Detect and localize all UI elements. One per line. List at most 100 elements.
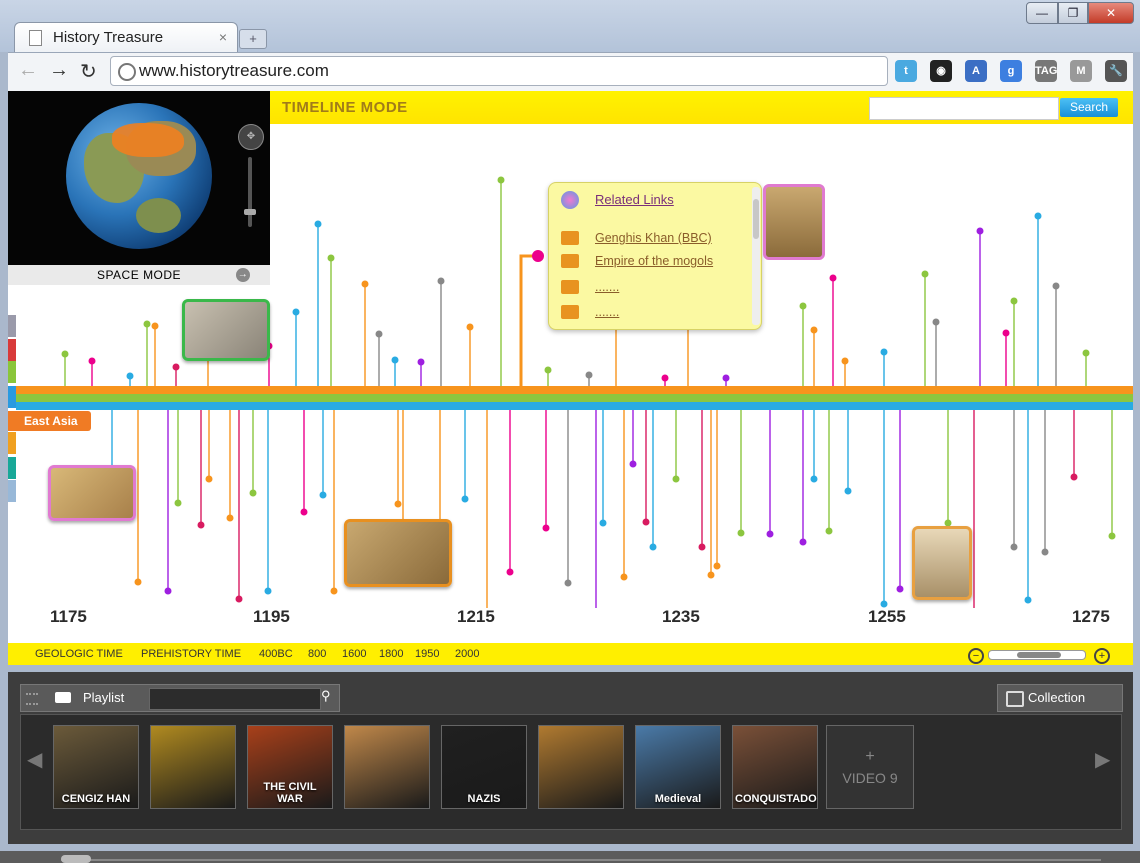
event-marker[interactable] [330, 587, 338, 595]
wrench-icon[interactable]: 🔧 [1105, 60, 1127, 82]
event-marker[interactable] [461, 495, 469, 503]
event-marker[interactable] [698, 543, 706, 551]
video-thumbnail[interactable]: Medieval [635, 725, 721, 809]
event-marker[interactable] [649, 543, 657, 551]
event-marker[interactable] [134, 578, 142, 586]
event-marker[interactable] [921, 270, 929, 278]
prev-arrow-icon[interactable]: ◀ [27, 747, 42, 772]
event-marker[interactable] [264, 587, 272, 595]
video-thumbnail[interactable] [150, 725, 236, 809]
event-marker[interactable] [810, 326, 818, 334]
event-marker[interactable] [506, 568, 514, 576]
forward-icon[interactable]: → [49, 59, 69, 82]
era-link[interactable]: 800 [308, 648, 326, 660]
video-thumbnail[interactable]: CONQUISTADORS [732, 725, 818, 809]
event-marker[interactable] [564, 579, 572, 587]
strip-scroll-thumb[interactable] [61, 855, 91, 863]
reload-icon[interactable]: ↻ [80, 59, 97, 84]
event-marker[interactable] [205, 475, 213, 483]
event-marker[interactable] [672, 475, 680, 483]
event-marker[interactable] [1052, 282, 1060, 290]
event-marker[interactable] [1041, 548, 1049, 556]
event-marker[interactable] [1002, 329, 1010, 337]
event-marker[interactable] [722, 374, 730, 382]
related-link-3[interactable]: ....... [595, 280, 619, 294]
event-thumbnail-portrait[interactable] [912, 526, 972, 600]
event-marker[interactable] [707, 571, 715, 579]
event-marker[interactable] [375, 330, 383, 338]
event-marker[interactable] [151, 322, 159, 330]
strip-scrollbar[interactable] [61, 855, 1101, 863]
event-marker[interactable] [1070, 473, 1078, 481]
category-swatch[interactable] [8, 480, 16, 502]
event-marker[interactable] [417, 358, 425, 366]
era-link[interactable]: 1950 [415, 648, 439, 660]
event-marker[interactable] [661, 374, 669, 382]
popup-scrollbar[interactable] [752, 187, 760, 325]
event-marker[interactable] [932, 318, 940, 326]
event-marker[interactable] [713, 562, 721, 570]
event-marker[interactable] [841, 357, 849, 365]
new-tab-button[interactable]: + [239, 29, 267, 49]
timeline-zoom-slider[interactable] [988, 650, 1086, 660]
event-marker[interactable] [896, 585, 904, 593]
event-marker[interactable] [1034, 212, 1042, 220]
event-marker[interactable] [825, 527, 833, 535]
event-marker[interactable] [599, 519, 607, 527]
event-marker[interactable] [620, 573, 628, 581]
related-link-2[interactable]: Empire of the mogols [595, 254, 713, 268]
event-marker[interactable] [629, 460, 637, 468]
category-swatch[interactable] [8, 361, 16, 383]
back-icon[interactable]: ← [18, 59, 38, 82]
category-swatch[interactable] [8, 457, 16, 479]
zoom-slider-thumb[interactable] [1017, 652, 1061, 658]
maximize-button[interactable]: ❐ [1058, 2, 1088, 24]
category-swatch[interactable] [8, 386, 16, 408]
era-link[interactable]: GEOLOGIC TIME [35, 648, 123, 660]
event-marker[interactable] [197, 521, 205, 529]
event-marker[interactable] [437, 277, 445, 285]
event-thumbnail-egypt[interactable] [48, 465, 136, 521]
next-arrow-icon[interactable]: ▶ [1095, 747, 1110, 772]
event-marker[interactable] [394, 500, 402, 508]
era-link[interactable]: PREHISTORY TIME [141, 648, 241, 660]
zoom-out-icon[interactable]: − [968, 648, 984, 664]
collection-button[interactable]: Collection [997, 684, 1123, 712]
translate-icon[interactable]: A [965, 60, 987, 82]
event-marker[interactable] [1024, 596, 1032, 604]
search-icon[interactable]: ⚲ [321, 688, 335, 703]
twitter-icon[interactable]: t [895, 60, 917, 82]
playlist-search-input[interactable] [149, 688, 321, 710]
tab-close-icon[interactable]: × [219, 29, 227, 45]
event-marker[interactable] [249, 489, 257, 497]
event-marker[interactable] [810, 475, 818, 483]
tag-icon[interactable]: TAG [1035, 60, 1057, 82]
category-swatch[interactable] [8, 339, 16, 361]
address-bar[interactable]: www.historytreasure.com [110, 56, 888, 86]
close-window-button[interactable]: ✕ [1088, 2, 1134, 24]
event-marker[interactable] [497, 176, 505, 184]
google-icon[interactable]: g [1000, 60, 1022, 82]
event-marker[interactable] [164, 587, 172, 595]
event-thumbnail-relief[interactable] [182, 299, 270, 361]
search-button[interactable]: Search [1060, 98, 1118, 117]
event-marker[interactable] [226, 514, 234, 522]
video-thumbnail[interactable]: CENGIZ HAN [53, 725, 139, 809]
related-links-heading[interactable]: Related Links [595, 192, 674, 207]
timeline-search-input[interactable] [869, 97, 1059, 120]
event-marker[interactable] [544, 366, 552, 374]
event-marker[interactable] [143, 320, 151, 328]
event-marker[interactable] [642, 518, 650, 526]
event-marker[interactable] [766, 530, 774, 538]
color-picker-icon[interactable]: ◉ [930, 60, 952, 82]
event-marker[interactable] [300, 508, 308, 516]
video-thumbnail[interactable] [538, 725, 624, 809]
era-link[interactable]: 1800 [379, 648, 403, 660]
event-marker[interactable] [799, 302, 807, 310]
event-marker[interactable] [327, 254, 335, 262]
event-marker[interactable] [466, 323, 474, 331]
era-link[interactable]: 1600 [342, 648, 366, 660]
genghis-khan-portrait[interactable] [763, 184, 825, 260]
related-link-4[interactable]: ....... [595, 305, 619, 319]
zoom-in-icon[interactable]: + [1094, 648, 1110, 664]
